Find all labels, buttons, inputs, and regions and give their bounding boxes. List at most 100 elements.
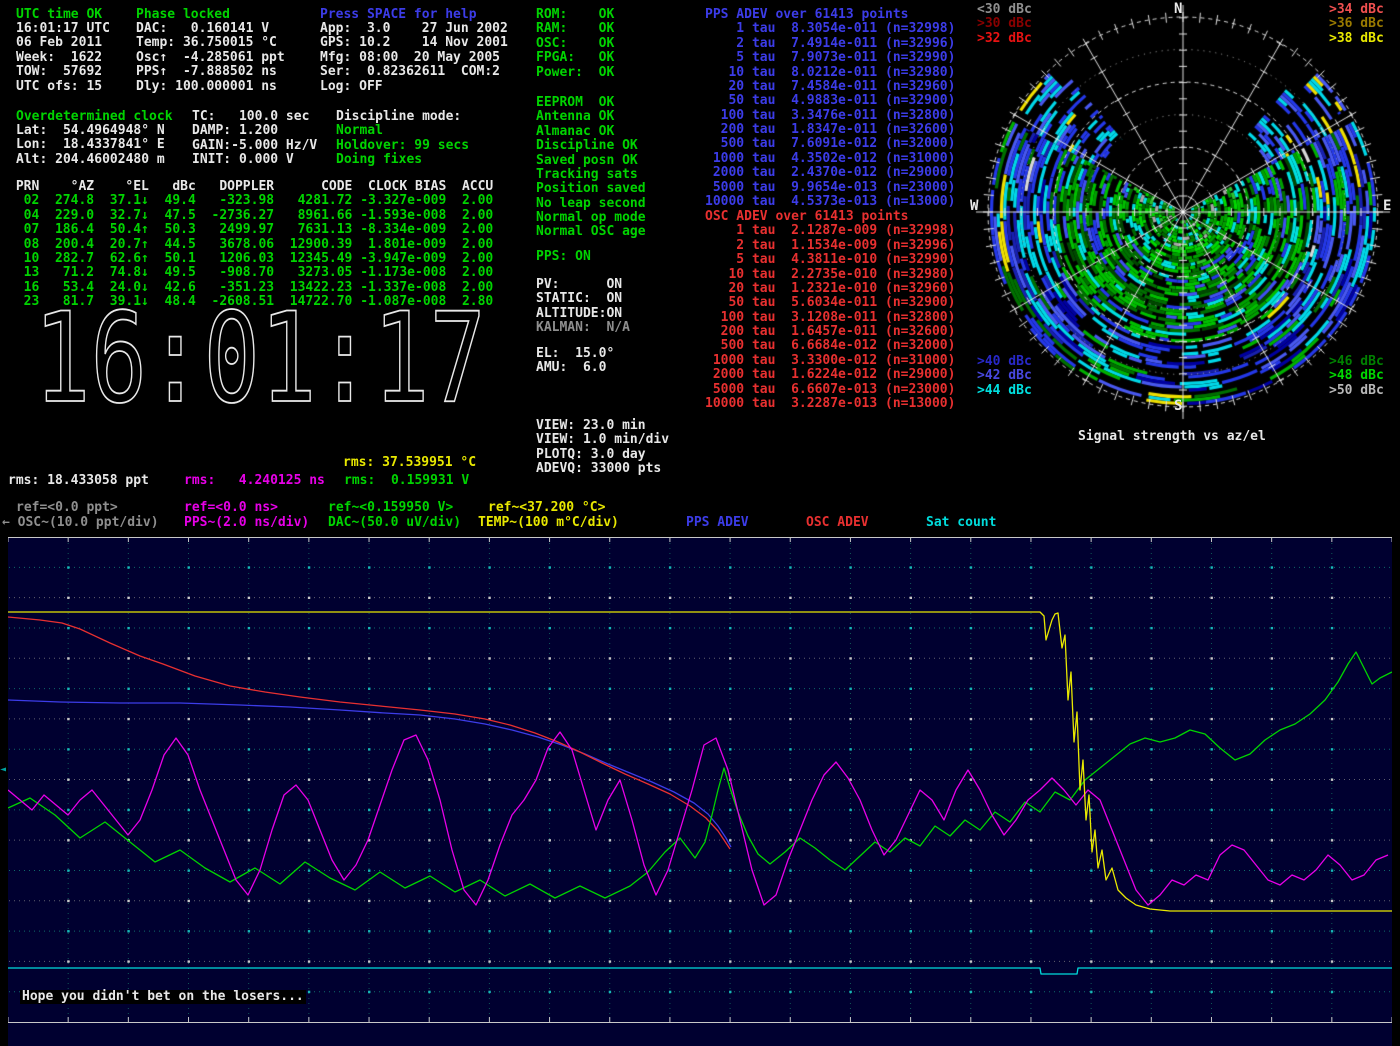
trace-label-osc: ← OSC~(10.0 ppt/div) bbox=[2, 516, 159, 530]
line: EEPROM OK bbox=[536, 96, 646, 110]
line: ADEVQ: 33000 pts bbox=[536, 462, 669, 476]
adev-row: 5000 tau 9.9654e-013 (n=23000) bbox=[705, 181, 955, 195]
table-row: 08 200.4 20.7↑ 44.5 3678.06 12900.39 1.8… bbox=[8, 238, 493, 252]
line: Saved posn OK bbox=[536, 154, 646, 168]
adev-row: 10 tau 2.2735e-010 (n=32980) bbox=[705, 268, 955, 282]
dbc-legend-bottom-left: >40 dBc>42 dBc>44 dBc bbox=[977, 355, 1032, 398]
adev-row: 2 tau 1.1534e-009 (n=32996) bbox=[705, 239, 955, 253]
line: PV: ON bbox=[536, 278, 630, 292]
rms-pps: rms: 4.240125 ns bbox=[184, 474, 325, 488]
line: Lat: 54.4964948° N bbox=[16, 124, 165, 138]
line: PPS↑ -7.888502 ns bbox=[136, 65, 285, 79]
plot-left-edge-marker-icon: ◄ bbox=[0, 764, 6, 775]
status-message: Hope you didn't bet on the losers... bbox=[20, 990, 306, 1004]
adev-title: PPS ADEV over 61413 points bbox=[705, 8, 955, 22]
rms-osc: rms: 18.433058 ppt bbox=[8, 474, 149, 488]
line: App: 3.0 27 Jun 2002 bbox=[320, 22, 508, 36]
line: Normal bbox=[336, 124, 469, 138]
trace-label-pps: PPS~(2.0 ns/div) bbox=[184, 516, 309, 530]
line: Normal OSC age bbox=[536, 225, 646, 239]
table-header: PRN °AZ °EL dBc DOPPLER CODE CLOCK BIAS … bbox=[8, 180, 493, 194]
line: INIT: 0.000 V bbox=[192, 153, 317, 167]
adev-row: 1000 tau 4.3502e-012 (n=31000) bbox=[705, 152, 955, 166]
satellite-table: PRN °AZ °EL dBc DOPPLER CODE CLOCK BIAS … bbox=[8, 180, 493, 309]
line: Position saved bbox=[536, 182, 646, 196]
osc-adev-table: OSC ADEV over 61413 points 1 tau 2.1287e… bbox=[705, 210, 955, 411]
line: STATIC: ON bbox=[536, 292, 630, 306]
line: >34 dBc bbox=[1329, 3, 1384, 17]
line: OSC: OK bbox=[536, 37, 614, 51]
digital-clock: 16:01:17 bbox=[28, 303, 498, 421]
adev-row: 1000 tau 3.3300e-012 (n=31000) bbox=[705, 354, 955, 368]
strip-chart-canvas[interactable] bbox=[8, 537, 1392, 1046]
line: >50 dBc bbox=[1329, 384, 1384, 398]
trace-label-temp: TEMP~(100 m°C/div) bbox=[478, 516, 619, 530]
adev-row: 5 tau 7.9073e-011 (n=32990) bbox=[705, 51, 955, 65]
adev-row: 100 tau 3.1208e-011 (n=32800) bbox=[705, 311, 955, 325]
mask-settings: EL: 15.0°AMU: 6.0 bbox=[536, 347, 614, 376]
adev-row: 500 tau 6.6684e-012 (n=32000) bbox=[705, 339, 955, 353]
line: 06 Feb 2011 bbox=[16, 36, 110, 50]
table-row: 16 53.4 24.0↓ 42.6 -351.23 13422.23 -1.3… bbox=[8, 281, 493, 295]
pps-status: PPS: ON bbox=[536, 250, 591, 264]
line: Holdover: 99 secs bbox=[336, 139, 469, 153]
line: GAIN:-5.000 Hz/V bbox=[192, 139, 317, 153]
line: 16:01:17 UTC bbox=[16, 22, 110, 36]
line: Tracking sats bbox=[536, 168, 646, 182]
phase-lines: DAC: 0.160141 VTemp: 36.750015 °COsc↑ -4… bbox=[136, 22, 285, 94]
adev-row: 50 tau 4.9883e-011 (n=32900) bbox=[705, 94, 955, 108]
trace-label-sat-count: Sat count bbox=[926, 516, 996, 530]
line: Log: OFF bbox=[320, 80, 508, 94]
line: >30 dBc bbox=[977, 17, 1032, 31]
line: TC: 100.0 sec bbox=[192, 110, 317, 124]
polar-caption: Signal strength vs az/el bbox=[1078, 430, 1266, 444]
strip-chart[interactable]: Hope you didn't bet on the losers... bbox=[8, 537, 1392, 1046]
line: Ser: 0.82362611 COM:2 bbox=[320, 65, 508, 79]
line: >44 dBc bbox=[977, 384, 1032, 398]
adev-row: 2 tau 7.4914e-011 (n=32996) bbox=[705, 37, 955, 51]
line: >46 dBc bbox=[1329, 355, 1384, 369]
line: EL: 15.0° bbox=[536, 347, 614, 361]
position-lines: Lat: 54.4964948° NLon: 18.4337841° EAlt:… bbox=[16, 124, 165, 167]
line: >36 dBc bbox=[1329, 17, 1384, 31]
line: Mfg: 08:00 20 May 2005 bbox=[320, 51, 508, 65]
trace-label-osc-adev: OSC ADEV bbox=[806, 516, 869, 530]
line: KALMAN: N/A bbox=[536, 321, 630, 335]
view-settings: VIEW: 23.0 minVIEW: 1.0 min/divPLOTQ: 3.… bbox=[536, 419, 669, 477]
line: Doing fixes bbox=[336, 153, 469, 167]
dbc-legend-bottom-right: >46 dBc>48 dBc>50 dBc bbox=[1329, 355, 1384, 398]
adev-row: 1 tau 8.3054e-011 (n=32998) bbox=[705, 22, 955, 36]
adev-row: 1 tau 2.1287e-009 (n=32998) bbox=[705, 224, 955, 238]
line: Discipline OK bbox=[536, 139, 646, 153]
line: PLOTQ: 3.0 day bbox=[536, 448, 669, 462]
table-row: 02 274.8 37.1↓ 49.4 -323.98 4281.72 -3.3… bbox=[8, 194, 493, 208]
line: UTC ofs: 15 bbox=[16, 80, 110, 94]
loop-params: TC: 100.0 secDAMP: 1.200GAIN:-5.000 Hz/V… bbox=[192, 110, 317, 168]
hw-status-lines: ROM: OKRAM: OKOSC: OKFPGA: OKPower: OK bbox=[536, 8, 614, 80]
table-row: 10 282.7 62.6↑ 50.1 1206.03 12345.49 -3.… bbox=[8, 252, 493, 266]
adev-row: 200 tau 1.6457e-011 (n=32600) bbox=[705, 325, 955, 339]
line: Dly: 100.000001 ns bbox=[136, 80, 285, 94]
adev-row: 50 tau 5.6034e-011 (n=32900) bbox=[705, 296, 955, 310]
dbc-legend-top-left: <30 dBc>30 dBc>32 dBc bbox=[977, 3, 1032, 46]
line: Power: OK bbox=[536, 66, 614, 80]
adev-title: OSC ADEV over 61413 points bbox=[705, 210, 955, 224]
version-lines: App: 3.0 27 Jun 2002GPS: 10.2 14 Nov 200… bbox=[320, 22, 508, 94]
dbc-legend-top-right: >34 dBc>36 dBc>38 dBc bbox=[1329, 3, 1384, 46]
line: >48 dBc bbox=[1329, 369, 1384, 383]
table-row: 04 229.0 32.7↓ 47.5 -2736.27 8961.66 -1.… bbox=[8, 209, 493, 223]
line: Normal op mode bbox=[536, 211, 646, 225]
line: Almanac OK bbox=[536, 125, 646, 139]
utc-status-lines: 16:01:17 UTC06 Feb 2011Week: 1622TOW: 57… bbox=[16, 22, 110, 94]
line: Discipline mode: bbox=[336, 110, 469, 124]
adev-row: 5 tau 4.3811e-010 (n=32990) bbox=[705, 253, 955, 267]
trace-label-dac: DAC~(50.0 uV/div) bbox=[328, 516, 461, 530]
filter-status-list: PV: ONSTATIC: ONALTITUDE:ONKALMAN: N/A bbox=[536, 278, 630, 336]
line: Lon: 18.4337841° E bbox=[16, 138, 165, 152]
discipline-mode: Discipline mode:NormalHoldover: 99 secsD… bbox=[336, 110, 469, 168]
adev-row: 10 tau 8.0212e-011 (n=32980) bbox=[705, 66, 955, 80]
polar-signal-map[interactable]: N S W E <30 dBc>30 dBc>32 dBc >34 dBc>36… bbox=[968, 0, 1400, 452]
adev-row: 20 tau 1.2321e-010 (n=32960) bbox=[705, 282, 955, 296]
adev-row: 500 tau 7.6091e-012 (n=32000) bbox=[705, 137, 955, 151]
line: ALTITUDE:ON bbox=[536, 307, 630, 321]
